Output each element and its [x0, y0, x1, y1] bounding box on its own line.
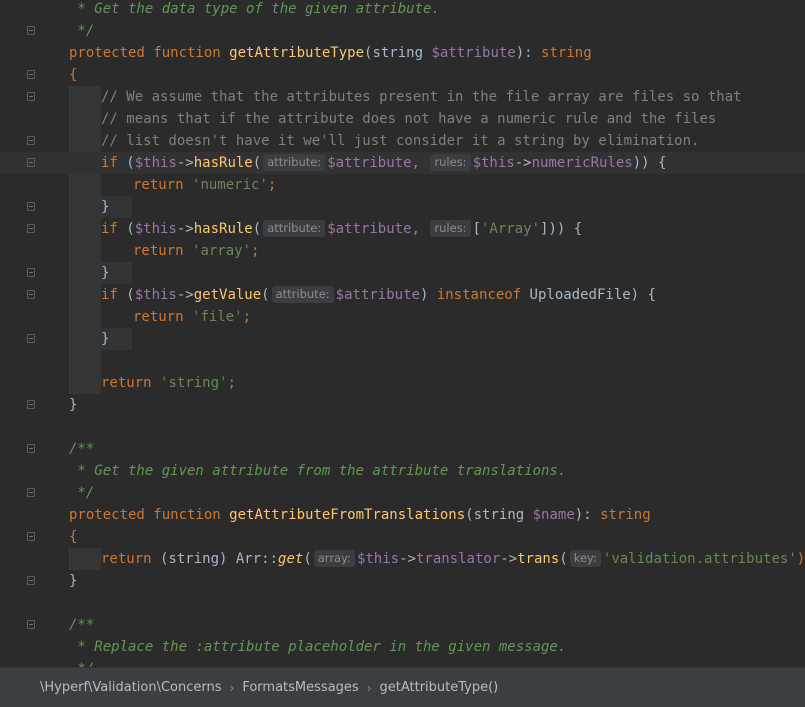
brace: }: [101, 199, 110, 215]
fold-marker-icon[interactable]: [27, 334, 35, 343]
code-line: }: [0, 262, 805, 284]
return-statement: return 'file';: [133, 309, 252, 325]
fold-marker-icon[interactable]: [27, 488, 35, 497]
code-line: return 'array';: [0, 240, 805, 284]
code-line: // list doesn't have it we'll just consi…: [0, 130, 805, 152]
code-line: * Replace the :attribute placeholder in …: [0, 636, 805, 658]
method-signature: protected function getAttributeType(stri…: [69, 45, 592, 61]
code-line: {: [0, 526, 805, 548]
method-signature: protected function getAttributeFromTrans…: [69, 507, 651, 523]
brace: }: [101, 265, 110, 281]
fold-marker-icon[interactable]: [27, 26, 35, 35]
code-line-current: if ($this->hasRule(attribute: $attribute,…: [0, 152, 805, 174]
doc-comment: * Get the data type of the given attribu…: [69, 1, 440, 17]
doc-comment: /**: [69, 441, 95, 457]
line-comment: // means that if the attribute does not …: [101, 111, 717, 127]
code-line: * Get the data type of the given attribu…: [0, 0, 805, 20]
code-line: {: [0, 64, 805, 86]
doc-comment: */: [69, 658, 94, 667]
fold-marker-icon[interactable]: [27, 290, 35, 299]
code-line: // We assume that the attributes present…: [0, 86, 805, 108]
brace: {: [69, 529, 78, 545]
if-statement: if ($this->hasRule(attribute: $attribute,…: [101, 154, 667, 171]
fold-marker-icon[interactable]: [27, 444, 35, 453]
brace: }: [69, 573, 78, 589]
return-statement: return 'numeric';: [133, 177, 277, 193]
code-line: // means that if the attribute does not …: [0, 108, 805, 130]
fold-marker-icon[interactable]: [27, 576, 35, 585]
param-hint: rules:: [430, 220, 471, 237]
line-comment: // We assume that the attributes present…: [101, 89, 742, 105]
param-hint: attribute:: [263, 154, 326, 171]
fold-marker-icon[interactable]: [27, 92, 35, 101]
return-statement: return (string) Arr::get(array: $this->tr…: [101, 550, 805, 567]
chevron-right-icon: ›: [366, 680, 372, 695]
code-line: */: [0, 482, 805, 504]
doc-comment: * Get the given attribute from the attri…: [69, 463, 567, 479]
return-statement: return 'string';: [101, 375, 236, 391]
fold-marker-icon[interactable]: [27, 158, 35, 167]
if-statement: if ($this->getValue(attribute: $attribute…: [101, 286, 656, 303]
fold-marker-icon[interactable]: [27, 202, 35, 211]
breadcrumb: \Hyperf\Validation\Concerns › FormatsMes…: [0, 667, 805, 707]
fold-marker-icon[interactable]: [27, 70, 35, 79]
code-line: }: [0, 394, 805, 416]
brace: }: [101, 331, 110, 347]
chevron-right-icon: ›: [229, 680, 235, 695]
param-hint: array:: [313, 550, 355, 567]
code-line: return 'string';: [0, 372, 805, 394]
breadcrumb-class[interactable]: FormatsMessages: [242, 680, 366, 695]
code-line: */: [0, 20, 805, 42]
line-comment: // list doesn't have it we'll just consi…: [101, 133, 700, 149]
param-hint: key:: [569, 550, 601, 567]
doc-comment: */: [69, 485, 95, 501]
code-line: protected function getAttributeType(stri…: [0, 42, 805, 64]
code-line: }: [0, 328, 805, 350]
doc-comment: /**: [69, 617, 95, 633]
code-line: /**: [0, 614, 805, 636]
code-line: return 'numeric';: [0, 174, 805, 218]
param-hint: rules:: [430, 154, 471, 171]
fold-marker-icon[interactable]: [27, 620, 35, 629]
if-statement: if ($this->hasRule(attribute: $attribute,…: [101, 220, 583, 237]
fold-marker-icon[interactable]: [27, 400, 35, 409]
brace: }: [69, 397, 78, 413]
return-statement: return 'array';: [133, 243, 260, 259]
code-line: */: [0, 658, 805, 667]
doc-comment: */: [69, 23, 95, 39]
breadcrumb-method[interactable]: getAttributeType(): [380, 680, 507, 695]
code-line: }: [0, 570, 805, 592]
brace: {: [69, 67, 78, 83]
breadcrumb-namespace[interactable]: \Hyperf\Validation\Concerns: [40, 680, 230, 695]
fold-marker-icon[interactable]: [27, 224, 35, 233]
code-editor[interactable]: * Get the data type of the given attribu…: [0, 0, 805, 667]
code-line: /**: [0, 438, 805, 460]
param-hint: attribute:: [263, 220, 326, 237]
code-line: return (string) Arr::get(array: $this->tr…: [0, 548, 805, 570]
code-line: * Get the given attribute from the attri…: [0, 460, 805, 482]
code-line: protected function getAttributeFromTrans…: [0, 504, 805, 526]
fold-marker-icon[interactable]: [27, 532, 35, 541]
code-line: return 'file';: [0, 306, 805, 350]
code-line: if ($this->getValue(attribute: $attribute…: [0, 284, 805, 306]
fold-marker-icon[interactable]: [27, 268, 35, 277]
param-hint: attribute:: [271, 286, 334, 303]
doc-comment: * Replace the :attribute placeholder in …: [69, 639, 567, 655]
code-line: }: [0, 196, 805, 218]
fold-marker-icon[interactable]: [27, 136, 35, 145]
code-line: if ($this->hasRule(attribute: $attribute,…: [0, 218, 805, 240]
